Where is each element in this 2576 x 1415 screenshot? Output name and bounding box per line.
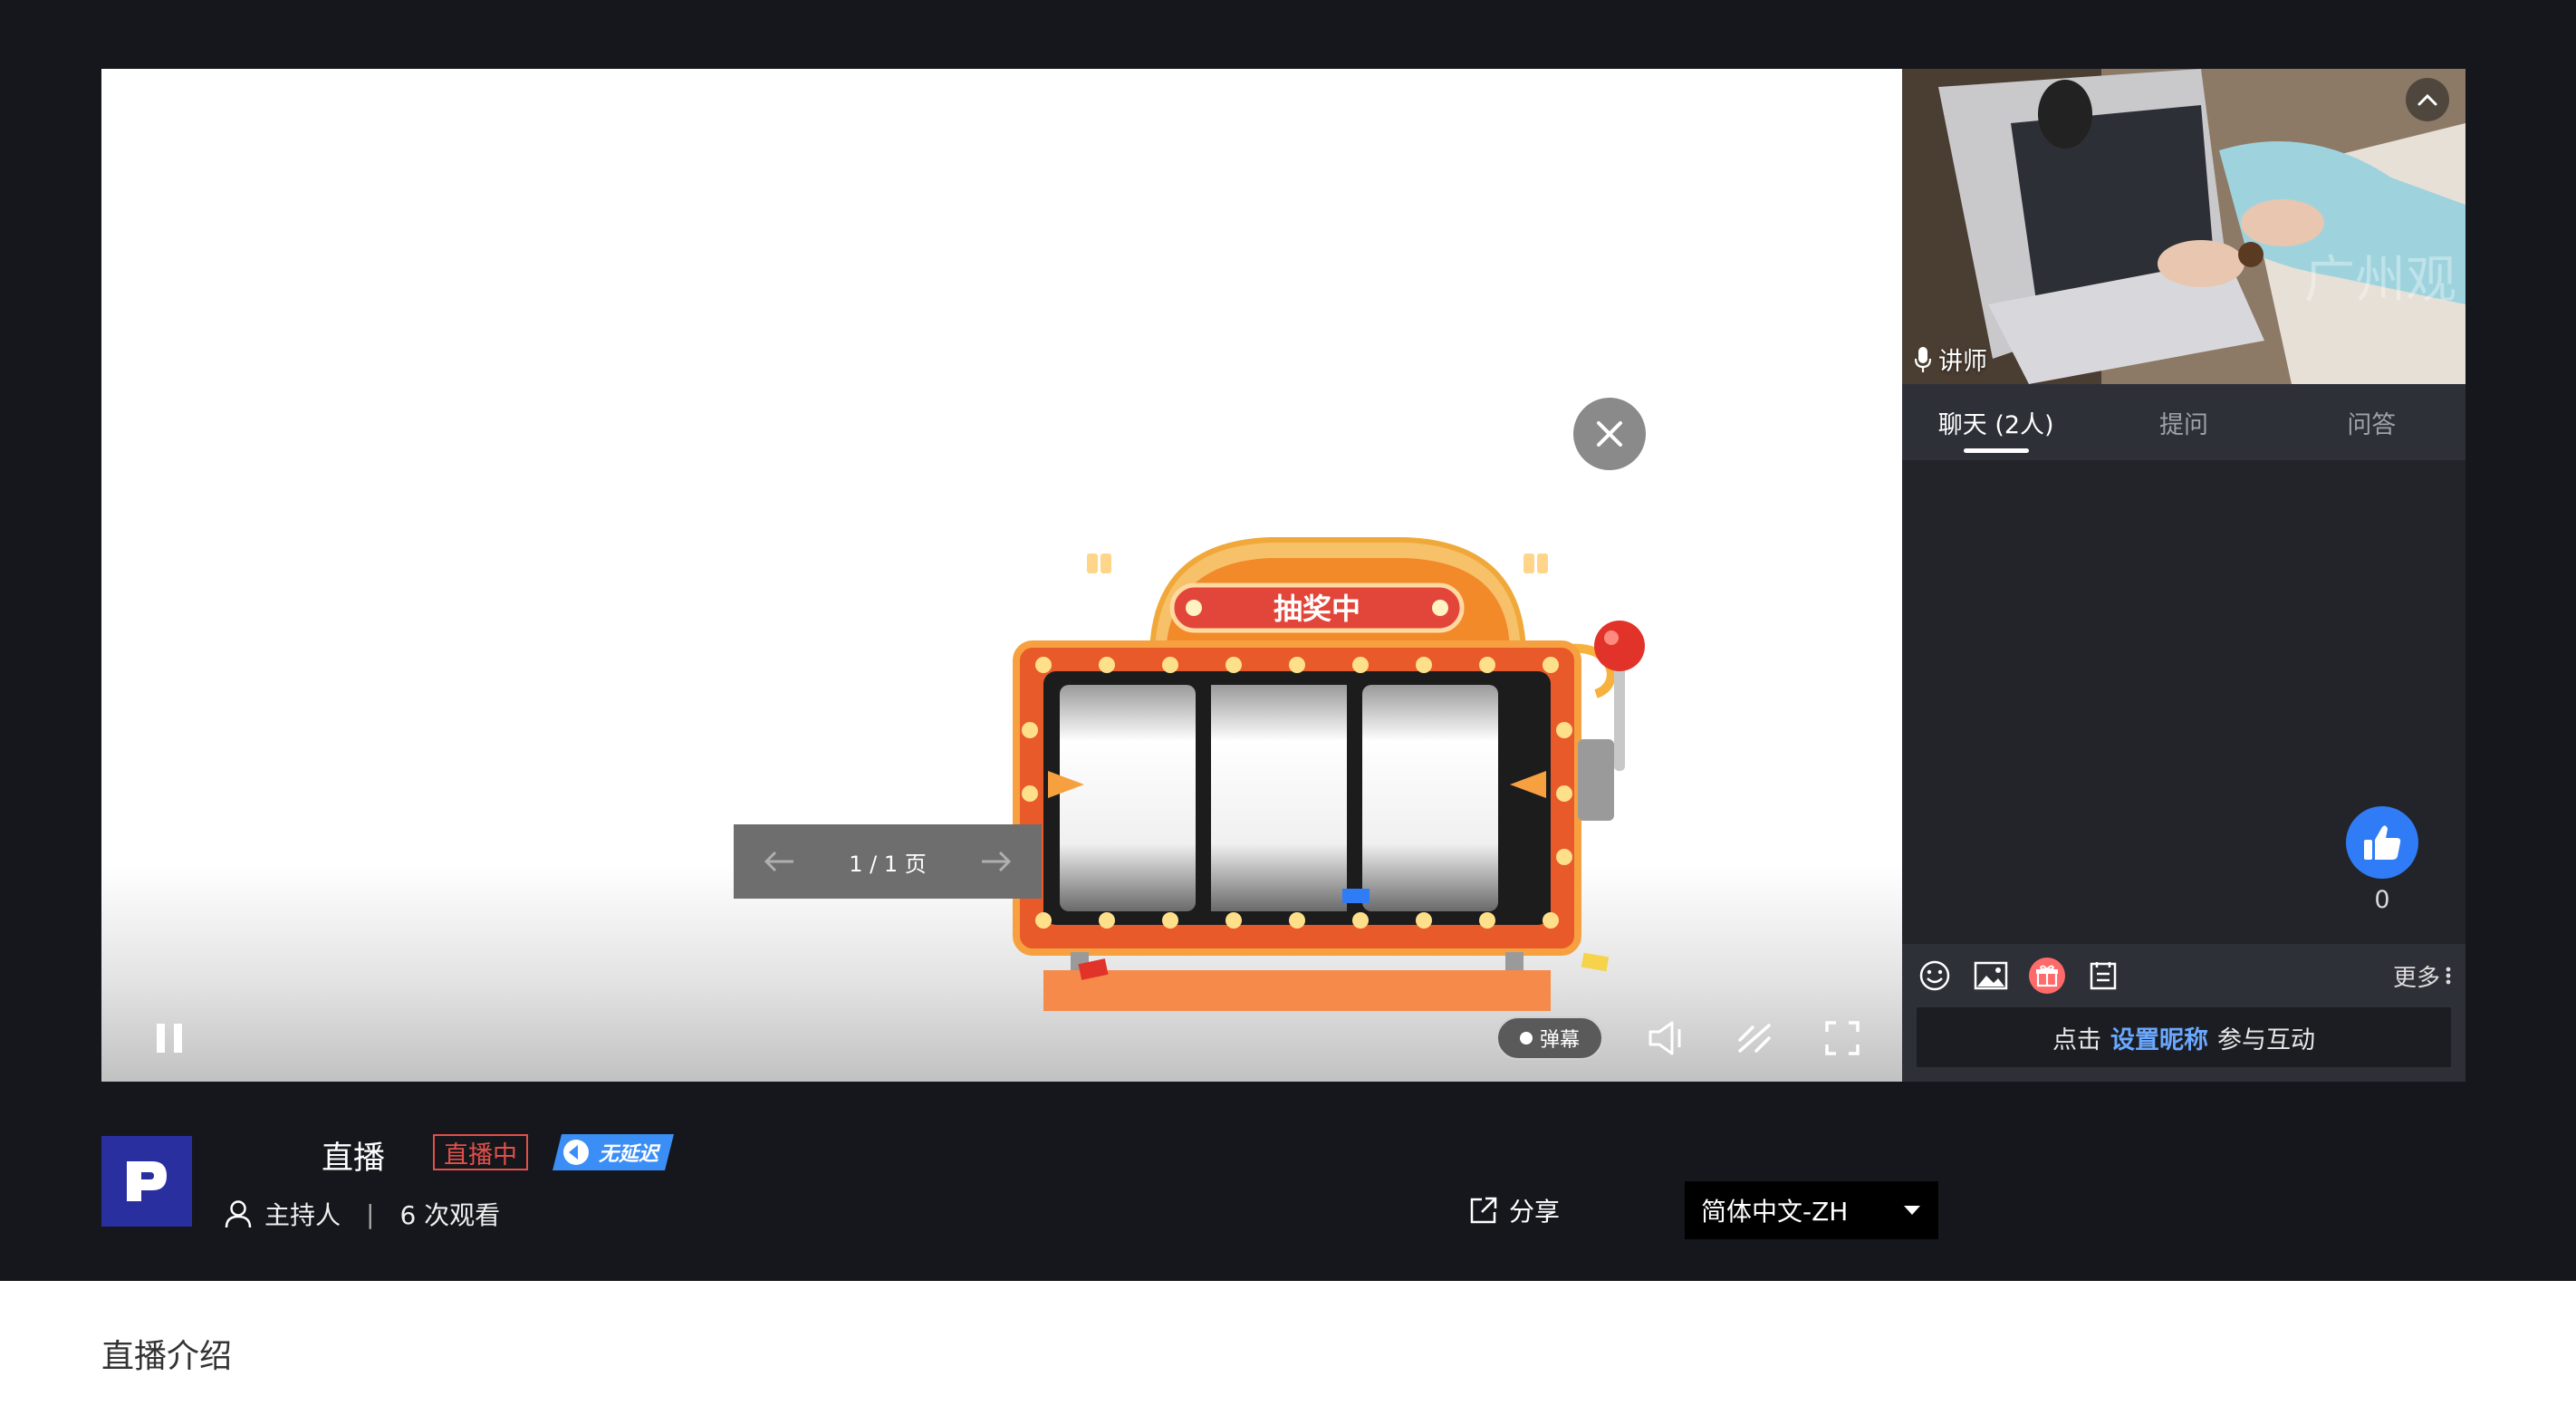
volume-icon xyxy=(1648,1021,1681,1055)
lever-base xyxy=(1578,739,1614,821)
more-dots-icon xyxy=(2446,967,2451,985)
prev-page-icon[interactable] xyxy=(761,843,797,880)
live-title: 直播 xyxy=(322,1141,386,1177)
user-icon xyxy=(225,1200,252,1228)
camera-collapse-button[interactable] xyxy=(2406,78,2449,121)
host-label: 主持人 xyxy=(264,1200,341,1230)
danmu-dot-icon xyxy=(1519,1032,1533,1044)
set-nickname-prompt[interactable]: 点击 设置昵称 参与互动 xyxy=(1917,1007,2451,1067)
chat-toolbar: 更多 xyxy=(1902,944,2465,1007)
intro-title: 直播介绍 xyxy=(101,1338,233,1375)
danmu-label: 弹幕 xyxy=(1539,1029,1580,1052)
confetti-blue xyxy=(1342,889,1370,903)
camera-label: 讲师 xyxy=(1915,342,1987,377)
share-icon xyxy=(1470,1197,1497,1224)
emoji-icon xyxy=(1919,960,1950,991)
sync-switch-button[interactable] xyxy=(1727,1011,1782,1065)
reel-1 xyxy=(1060,685,1196,911)
share-button[interactable]: 分享 xyxy=(1469,1192,1560,1228)
channel-logo xyxy=(101,1136,192,1227)
dome-mark-4 xyxy=(1537,553,1548,573)
dome-mark-1 xyxy=(1087,553,1098,573)
next-page-icon[interactable] xyxy=(978,843,1014,880)
page-indicator: 1 / 1 页 xyxy=(849,851,927,877)
reel-3 xyxy=(1362,685,1498,911)
machine-leg-right xyxy=(1505,952,1523,972)
lever-knob-highlight xyxy=(1604,630,1619,645)
camera-watermark: 广州观 xyxy=(2304,251,2456,310)
gift-icon xyxy=(2036,965,2058,987)
machine-stand xyxy=(1043,970,1551,1011)
language-select[interactable]: 简体中文-ZH xyxy=(1685,1181,1938,1239)
lottery-title: 抽奖中 xyxy=(1274,592,1360,626)
pause-button[interactable] xyxy=(138,1006,201,1070)
close-icon xyxy=(1597,421,1622,447)
brand-logo-icon xyxy=(127,1161,167,1201)
set-nickname-link[interactable]: 设置昵称 xyxy=(2110,1020,2208,1055)
plaque-light-left xyxy=(1186,600,1202,616)
thumbs-up-icon xyxy=(2364,825,2401,860)
slide-pager: 1 / 1 页 xyxy=(734,824,1042,899)
confetti-yellow xyxy=(1581,952,1610,972)
reel-2 xyxy=(1211,685,1347,911)
lottery-slot-machine: 抽奖中 xyxy=(1013,537,1645,1011)
camera-feed-image xyxy=(1902,69,2465,384)
like-count: 0 xyxy=(2374,886,2390,914)
tab-ask[interactable]: 提问 xyxy=(2090,384,2277,460)
notes-button[interactable] xyxy=(2085,958,2121,994)
lecturer-camera: 广州观 讲师 xyxy=(1902,69,2465,384)
fullscreen-button[interactable] xyxy=(1815,1011,1870,1065)
no-delay-label: 无延迟 xyxy=(599,1143,661,1166)
chat-input-area: 点击 设置昵称 参与互动 xyxy=(1902,1007,2465,1082)
lottery-close-button[interactable] xyxy=(1573,398,1646,470)
language-value: 简体中文-ZH xyxy=(1701,1197,1849,1227)
volume-button[interactable] xyxy=(1641,1011,1696,1065)
tab-qa[interactable]: 问答 xyxy=(2278,384,2465,460)
tab-chat[interactable]: 聊天 (2人) xyxy=(1902,384,2090,460)
caret-down-icon xyxy=(1904,1206,1920,1215)
emoji-button[interactable] xyxy=(1917,958,1953,994)
sync-switch-icon xyxy=(1738,1024,1771,1053)
notes-icon xyxy=(2090,962,2117,990)
pause-icon xyxy=(157,1024,182,1053)
plaque-light-right xyxy=(1432,600,1448,616)
image-icon xyxy=(1974,961,2008,990)
dome-mark-2 xyxy=(1101,553,1111,573)
chat-message-list[interactable]: 0 xyxy=(1902,460,2465,944)
prompt-prefix: 点击 xyxy=(2052,1025,2101,1054)
intro-section: 直播介绍 xyxy=(0,1281,2576,1415)
danmu-toggle[interactable]: 弹幕 xyxy=(1496,1016,1603,1060)
slide-player[interactable]: 抽奖中 1 / 1 页 弹幕 xyxy=(101,69,1902,1082)
image-button[interactable] xyxy=(1973,958,2009,994)
prompt-suffix: 参与互动 xyxy=(2217,1025,2315,1054)
dome-mark-3 xyxy=(1523,553,1534,573)
live-status-badge: 直播中 xyxy=(433,1134,528,1170)
chevron-up-icon xyxy=(2417,93,2437,106)
gift-button[interactable] xyxy=(2029,958,2065,994)
more-menu-button[interactable]: 更多 xyxy=(2393,959,2451,993)
share-label: 分享 xyxy=(1509,1197,1561,1227)
live-meta: 主持人 | 6 次观看 xyxy=(225,1196,500,1232)
camera-role-label: 讲师 xyxy=(1938,348,1987,376)
chat-tabs: 聊天 (2人) 提问 问答 xyxy=(1902,384,2465,460)
view-count: 6 次观看 xyxy=(399,1200,501,1230)
meta-divider: | xyxy=(366,1198,375,1229)
no-delay-badge: 无延迟 xyxy=(553,1134,674,1170)
more-label: 更多 xyxy=(2392,964,2440,992)
lever-knob xyxy=(1594,621,1645,671)
fullscreen-icon xyxy=(1825,1021,1860,1055)
like-button[interactable] xyxy=(2346,806,2418,879)
microphone-icon xyxy=(1915,346,1931,372)
